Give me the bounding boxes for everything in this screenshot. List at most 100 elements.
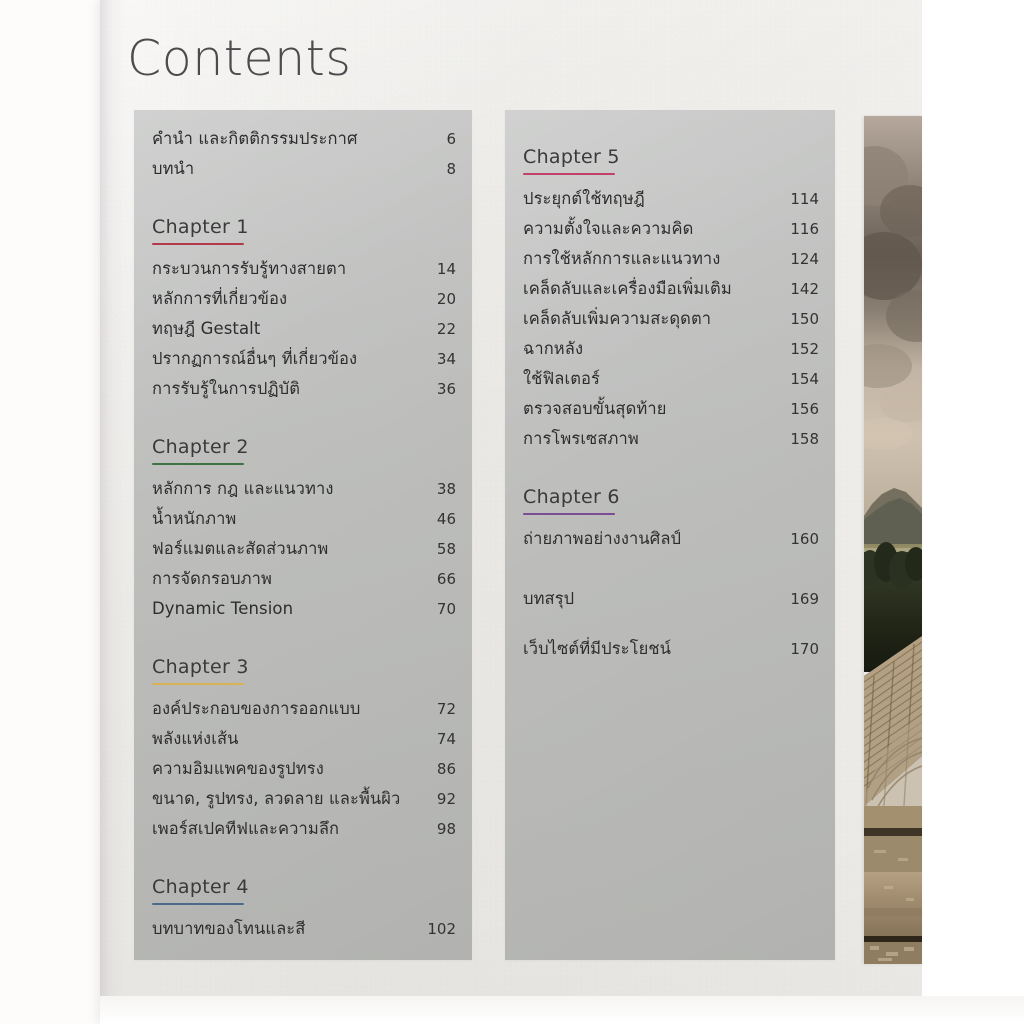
toc-entry[interactable]: พลังแห่งเส้น 74 <box>134 724 472 754</box>
toc-entry-label: การโพรเซสภาพ <box>523 429 639 448</box>
toc-entry-label: ขนาด, รูปทรง, ลวดลาย และพื้นผิว <box>152 789 401 808</box>
toc-entry[interactable]: เคล็ดลับเพิ่มความสะดุดตา 150 <box>505 304 835 334</box>
toc-entry[interactable]: องค์ประกอบของการออกแบบ 72 <box>134 694 472 724</box>
chapter-heading[interactable]: Chapter 4 <box>134 874 472 900</box>
chapter-accent-rule <box>152 463 244 465</box>
toc-entry[interactable]: เว็บไซต์ที่มีประโยชน์ 170 <box>505 634 835 664</box>
toc-entry-label: ฟอร์แมตและสัดส่วนภาพ <box>152 539 329 558</box>
toc-entry-page-number: 124 <box>790 250 819 268</box>
toc-entry-label: ตรวจสอบขั้นสุดท้าย <box>523 399 667 418</box>
toc-entry-page-number: 114 <box>790 190 819 208</box>
toc-entry-label: ถ่ายภาพอย่างงานศิลป์ <box>523 529 682 548</box>
chapter-accent-rule <box>152 903 244 905</box>
toc-entry[interactable]: ใช้ฟิลเตอร์ 154 <box>505 364 835 394</box>
chapter-block: Chapter 5 ประยุกต์ใช้ทฤษฎี 114 ความตั้งใจแล… <box>505 144 835 454</box>
toc-entry[interactable]: หลักการ กฎ และแนวทาง 38 <box>134 474 472 504</box>
toc-entry-label: หลักการ กฎ และแนวทาง <box>152 479 334 498</box>
panel-top-padding <box>134 110 472 124</box>
toc-entry-page-number: 72 <box>436 700 456 718</box>
chapter-gap <box>134 844 472 874</box>
toc-entry-label: น้ำหนักภาพ <box>152 509 237 528</box>
toc-entry[interactable]: การโพรเซสภาพ 158 <box>505 424 835 454</box>
chapter-heading[interactable]: Chapter 6 <box>505 484 835 510</box>
chapter-gap <box>134 404 472 434</box>
chapter-accent-rule <box>152 683 244 685</box>
toc-entry[interactable]: ความตั้งใจและความคิด 116 <box>505 214 835 244</box>
toc-entry-page-number: 142 <box>790 280 819 298</box>
right-white-margin <box>922 0 1024 1024</box>
toc-entry-page-number: 92 <box>436 790 456 808</box>
chapter-heading[interactable]: Chapter 1 <box>134 214 472 240</box>
toc-entry-page-number: 14 <box>436 260 456 278</box>
toc-entry[interactable]: บทบาทของโทนและสี 102 <box>134 914 472 944</box>
toc-entry-label: ฉากหลัง <box>523 339 584 358</box>
toc-entry[interactable]: บทสรุป 169 <box>505 584 835 614</box>
toc-entry[interactable]: ถ่ายภาพอย่างงานศิลป์ 160 <box>505 524 835 554</box>
toc-entry-label: พลังแห่งเส้น <box>152 729 239 748</box>
chapter-block: Chapter 2 หลักการ กฎ และแนวทาง 38 น้ำหนักภา… <box>134 434 472 624</box>
toc-entry-label: ความอิมแพคของรูปทรง <box>152 759 324 778</box>
toc-entry-page-number: 70 <box>436 600 456 618</box>
chapter-accent-rule <box>152 243 244 245</box>
toc-entry-page-number: 58 <box>436 540 456 558</box>
toc-entry-label: ความตั้งใจและความคิด <box>523 219 694 238</box>
toc-entry-label: บทสรุป <box>523 589 575 608</box>
toc-list-left: คำนำ และกิตติกรรมประกาศ 6 บทนำ 8 Chapter 1 กร… <box>134 110 472 960</box>
toc-entry-page-number: 116 <box>790 220 819 238</box>
toc-entry[interactable]: ตรวจสอบขั้นสุดท้าย 156 <box>505 394 835 424</box>
toc-entry[interactable]: หลักการที่เกี่ยวข้อง 20 <box>134 284 472 314</box>
chapter-heading[interactable]: Chapter 2 <box>134 434 472 460</box>
chapter-block: Chapter 3 องค์ประกอบของการออกแบบ 72 พลังแห่… <box>134 654 472 844</box>
toc-entry-label: กระบวนการรับรู้ทางสายตา <box>152 259 347 278</box>
toc-entry[interactable]: น้ำหนักภาพ 46 <box>134 504 472 534</box>
toc-entry[interactable]: ประยุกต์ใช้ทฤษฎี 114 <box>505 184 835 214</box>
toc-entry[interactable]: กระบวนการรับรู้ทางสายตา 14 <box>134 254 472 284</box>
panel-top-padding <box>505 110 835 124</box>
toc-entry-page-number: 22 <box>436 320 456 338</box>
toc-entry-label: Dynamic Tension <box>152 599 294 618</box>
toc-entry-label: การรับรู้ในการปฏิบัติ <box>152 379 301 398</box>
toc-entry[interactable]: การจัดกรอบภาพ 66 <box>134 564 472 594</box>
toc-entry[interactable]: ความอิมแพคของรูปทรง 86 <box>134 754 472 784</box>
toc-entry[interactable]: Dynamic Tension 70 <box>134 594 472 624</box>
page-bottom-edge <box>100 996 1024 1024</box>
back-matter-gap <box>505 614 835 634</box>
toc-entry[interactable]: ทฤษฎี Gestalt 22 <box>134 314 472 344</box>
toc-entry[interactable]: ฟอร์แมตและสัดส่วนภาพ 58 <box>134 534 472 564</box>
chapter-gap <box>134 624 472 654</box>
toc-entry-label: เว็บไซต์ที่มีประโยชน์ <box>523 639 672 658</box>
chapter-heading[interactable]: Chapter 5 <box>505 144 835 170</box>
toc-entry-label: การจัดกรอบภาพ <box>152 569 272 588</box>
toc-entry-page-number: 98 <box>436 820 456 838</box>
toc-entry-page-number: 20 <box>436 290 456 308</box>
toc-entry-label: องค์ประกอบของการออกแบบ <box>152 699 361 718</box>
toc-entry-page-number: 169 <box>790 590 819 608</box>
toc-entry[interactable]: บทนำ 8 <box>134 154 472 184</box>
toc-entry-page-number: 156 <box>790 400 819 418</box>
toc-entry[interactable]: เคล็ดลับและเครื่องมือเพิ่มเติม 142 <box>505 274 835 304</box>
chapter-heading[interactable]: Chapter 3 <box>134 654 472 680</box>
toc-entry[interactable]: เพอร์สเปคทีฟและความลึก 98 <box>134 814 472 844</box>
ancient-amphitheatre-photograph <box>864 116 922 964</box>
toc-entry-page-number: 36 <box>436 380 456 398</box>
toc-entry-page-number: 6 <box>446 130 456 148</box>
toc-entry[interactable]: ขนาด, รูปทรง, ลวดลาย และพื้นผิว 92 <box>134 784 472 814</box>
chapter-gap <box>505 454 835 484</box>
page-photo-scene: Contents คำนำ และกิตติกรรมประกาศ 6 บทนำ 8 Ch… <box>0 0 1024 1024</box>
toc-entry-label: หลักการที่เกี่ยวข้อง <box>152 289 288 308</box>
toc-panel-left: คำนำ และกิตติกรรมประกาศ 6 บทนำ 8 Chapter 1 กร… <box>134 110 472 960</box>
chapter-accent-rule <box>523 513 615 515</box>
toc-entry[interactable]: ปรากฏการณ์อื่นๆ ที่เกี่ยวข้อง 34 <box>134 344 472 374</box>
toc-entry-page-number: 86 <box>436 760 456 778</box>
toc-entry[interactable]: คำนำ และกิตติกรรมประกาศ 6 <box>134 124 472 154</box>
page-title: Contents <box>127 30 352 87</box>
toc-entry-label: ประยุกต์ใช้ทฤษฎี <box>523 189 645 208</box>
toc-entry[interactable]: ฉากหลัง 152 <box>505 334 835 364</box>
toc-panel-right: Chapter 5 ประยุกต์ใช้ทฤษฎี 114 ความตั้งใจแล… <box>505 110 835 960</box>
toc-entry-label: ปรากฏการณ์อื่นๆ ที่เกี่ยวข้อง <box>152 349 358 368</box>
chapter-gap <box>505 554 835 584</box>
toc-entry[interactable]: การรับรู้ในการปฏิบัติ 36 <box>134 374 472 404</box>
toc-entry-page-number: 160 <box>790 530 819 548</box>
toc-entry[interactable]: การใช้หลักการและแนวทาง 124 <box>505 244 835 274</box>
